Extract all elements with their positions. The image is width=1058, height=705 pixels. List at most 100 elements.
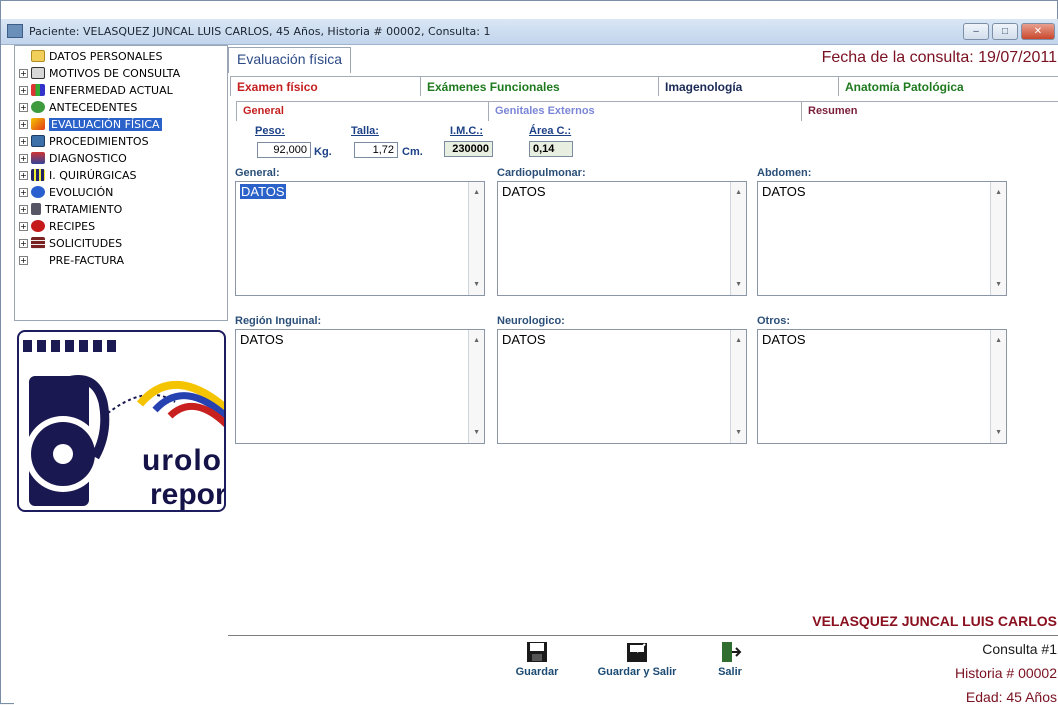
tree-expander[interactable]: + (19, 204, 28, 214)
tree-expander[interactable]: + (19, 187, 28, 197)
scroll-down-icon[interactable]: ▼ (995, 429, 1002, 436)
tab-examenes-funcionales[interactable]: Exámenes Funcionales (420, 76, 658, 96)
abdomen-textarea[interactable]: DATOS ▲ ▼ (757, 181, 1007, 296)
figure-icon (31, 203, 41, 215)
main-pane: Evaluación física Fecha de la consulta: … (228, 45, 1058, 705)
otros-label: Otros: (757, 315, 790, 327)
scroll-down-icon[interactable]: ▼ (473, 281, 480, 288)
region-inguinal-text: DATOS (240, 332, 284, 347)
scroll-up-icon[interactable]: ▲ (735, 337, 742, 344)
exit-door-icon (722, 642, 742, 662)
talla-input[interactable]: 1,72 (354, 142, 398, 158)
image-icon (31, 135, 45, 147)
tree-item-label: DIAGNOSTICO (49, 151, 127, 165)
guardar-y-salir-button[interactable]: Guardar y Salir (591, 640, 683, 678)
tree-expander[interactable]: + (19, 255, 28, 265)
abdomen-label: Abdomen: (757, 167, 812, 179)
salir-label: Salir (718, 666, 742, 678)
scrollbar[interactable]: ▲ ▼ (468, 330, 484, 443)
tree-expander[interactable]: + (19, 136, 28, 146)
tree-item-antecedentes[interactable]: + ANTECEDENTES (19, 99, 137, 115)
tree-item-i-quirurgicas[interactable]: + I. QUIRÚRGICAS (19, 167, 136, 183)
logo-text-report: report (150, 478, 226, 511)
neurologico-textarea[interactable]: DATOS ▲ ▼ (497, 329, 747, 444)
navigation-tree[interactable]: DATOS PERSONALES + MOTIVOS DE CONSULTA +… (14, 45, 228, 321)
scroll-up-icon[interactable]: ▲ (473, 189, 480, 196)
tab-anatomia-patologica[interactable]: Anatomía Patológica (838, 76, 1058, 96)
tree-item-label: ENFERMEDAD ACTUAL (49, 83, 173, 97)
title-bar[interactable]: Paciente: VELASQUEZ JUNCAL LUIS CARLOS, … (1, 19, 1058, 45)
general-label: General: (235, 167, 280, 179)
tree-item-motivos-de-consulta[interactable]: + MOTIVOS DE CONSULTA (19, 65, 180, 81)
scroll-down-icon[interactable]: ▼ (735, 281, 742, 288)
tree-item-label: SOLICITUDES (49, 236, 123, 250)
imc-label: I.M.C.: (450, 125, 483, 137)
tree-item-diagnostico[interactable]: + DIAGNOSTICO (19, 150, 127, 166)
logo-text-urolo: urolo (142, 444, 222, 477)
neurologico-label: Neurologico: (497, 315, 565, 327)
scroll-up-icon[interactable]: ▲ (995, 189, 1002, 196)
scrollbar[interactable]: ▲ ▼ (468, 182, 484, 295)
tab-imagenologia[interactable]: Imagenología (658, 76, 838, 96)
subtab-general[interactable]: General (236, 101, 488, 121)
tree-expander[interactable]: + (19, 119, 28, 129)
salir-button[interactable]: Salir (690, 640, 770, 678)
tree-item-solicitudes[interactable]: + SOLICITUDES (19, 235, 122, 251)
scroll-up-icon[interactable]: ▲ (735, 189, 742, 196)
tree-expander[interactable]: + (19, 102, 28, 112)
sub-tabs: General Genitales Externos Resumen (228, 101, 1058, 121)
bar-chart-icon (31, 84, 45, 96)
cardiopulmonar-textarea[interactable]: DATOS ▲ ▼ (497, 181, 747, 296)
tree-expander[interactable]: + (19, 68, 28, 78)
otros-text: DATOS (762, 332, 806, 347)
stack-icon (31, 237, 45, 249)
otros-textarea[interactable]: DATOS ▲ ▼ (757, 329, 1007, 444)
subtab-genitales-externos[interactable]: Genitales Externos (488, 101, 801, 121)
money-bag-icon (31, 101, 45, 113)
tree-item-recipes[interactable]: + RECIPES (19, 218, 95, 234)
tree-expander[interactable]: + (19, 221, 28, 231)
scroll-down-icon[interactable]: ▼ (473, 429, 480, 436)
maximize-button[interactable]: □ (992, 23, 1018, 40)
scrollbar[interactable]: ▲ ▼ (990, 182, 1006, 295)
scroll-up-icon[interactable]: ▲ (995, 337, 1002, 344)
imc-value: 230000 (444, 141, 493, 157)
tree-item-procedimientos[interactable]: + PROCEDIMIENTOS (19, 133, 149, 149)
tree-item-datos-personales[interactable]: DATOS PERSONALES (19, 48, 163, 64)
scroll-down-icon[interactable]: ▼ (995, 281, 1002, 288)
minimize-button[interactable]: – (963, 23, 989, 40)
grid-icon (31, 169, 45, 181)
region-inguinal-textarea[interactable]: DATOS ▲ ▼ (235, 329, 485, 444)
guardar-label: Guardar (515, 666, 559, 678)
tree-item-label: ANTECEDENTES (49, 100, 138, 114)
peso-input[interactable]: 92,000 (257, 142, 311, 158)
tree-expander[interactable]: + (19, 238, 28, 248)
tree-item-evaluacion-fisica[interactable]: + EVALUACIÓN FÍSICA (19, 116, 162, 132)
patient-edad: Edad: 45 Años (965, 689, 1057, 705)
scrollbar[interactable]: ▲ ▼ (730, 330, 746, 443)
tree-item-evolucion[interactable]: + EVOLUCIÓN (19, 184, 113, 200)
tree-item-pre-factura[interactable]: + PRE-FACTURA (19, 252, 124, 268)
subtab-resumen[interactable]: Resumen (801, 101, 1058, 121)
close-button[interactable]: ✕ (1021, 23, 1055, 40)
tab-examen-fisico[interactable]: Examen físico (230, 76, 420, 96)
tree-item-tratamiento[interactable]: + TRATAMIENTO (19, 201, 122, 217)
patient-name: VELASQUEZ JUNCAL LUIS CARLOS (812, 613, 1057, 629)
tree-expander[interactable]: + (19, 170, 28, 180)
window-title: Paciente: VELASQUEZ JUNCAL LUIS CARLOS, … (29, 25, 491, 38)
scrollbar[interactable]: ▲ ▼ (990, 330, 1006, 443)
tree-expander[interactable]: + (19, 85, 28, 95)
section-tab-evaluacion-fisica[interactable]: Evaluación física (228, 47, 352, 73)
guardar-button[interactable]: Guardar (497, 640, 577, 678)
general-textarea[interactable]: DATOS ▲ ▼ (235, 181, 485, 296)
tree-expander[interactable] (19, 51, 28, 61)
bottom-divider (228, 635, 1058, 636)
tree-expander[interactable]: + (19, 153, 28, 163)
tree-item-label: EVOLUCIÓN (49, 185, 114, 199)
scrollbar[interactable]: ▲ ▼ (730, 182, 746, 295)
tree-item-enfermedad-actual[interactable]: + ENFERMEDAD ACTUAL (19, 82, 173, 98)
scroll-down-icon[interactable]: ▼ (735, 429, 742, 436)
talla-unit: Cm. (402, 146, 423, 158)
patient-historia: Historia # 00002 (955, 665, 1057, 681)
scroll-up-icon[interactable]: ▲ (473, 337, 480, 344)
